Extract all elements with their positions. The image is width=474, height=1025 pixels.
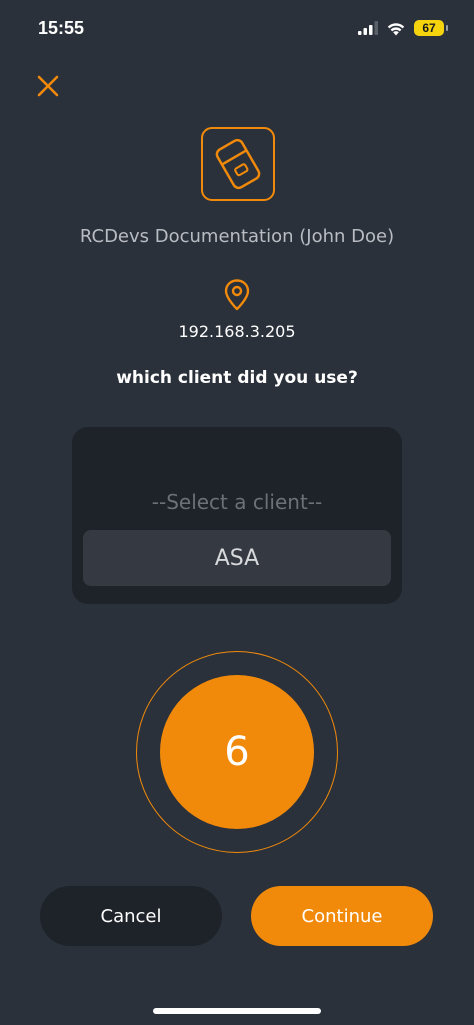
status-time: 15:55 xyxy=(38,18,85,38)
cancel-button[interactable]: Cancel xyxy=(40,886,222,946)
picker-option-selected[interactable]: ASA xyxy=(83,530,391,586)
continue-button[interactable]: Continue xyxy=(251,886,433,946)
cellular-signal-icon xyxy=(358,21,378,35)
battery-indicator: 67 xyxy=(414,20,444,36)
client-picker[interactable]: --Select a client-- ASA xyxy=(72,427,402,604)
picker-option-placeholder[interactable]: --Select a client-- xyxy=(72,490,402,514)
countdown-timer: 6 xyxy=(160,675,314,829)
home-indicator[interactable] xyxy=(153,1008,321,1014)
question-heading: which client did you use? xyxy=(116,368,358,388)
status-bar: 15:55 67 xyxy=(0,0,474,60)
device-icon xyxy=(215,138,261,190)
ip-address: 192.168.3.205 xyxy=(178,322,296,341)
wifi-icon xyxy=(387,22,405,35)
app-name: RCDevs Documentation (John Doe) xyxy=(79,226,395,247)
app-icon xyxy=(201,127,275,201)
status-indicators: 67 xyxy=(358,20,448,36)
close-button[interactable] xyxy=(34,72,62,100)
battery-tip xyxy=(446,25,448,31)
close-icon xyxy=(37,75,59,97)
location-pin-icon xyxy=(224,279,250,311)
